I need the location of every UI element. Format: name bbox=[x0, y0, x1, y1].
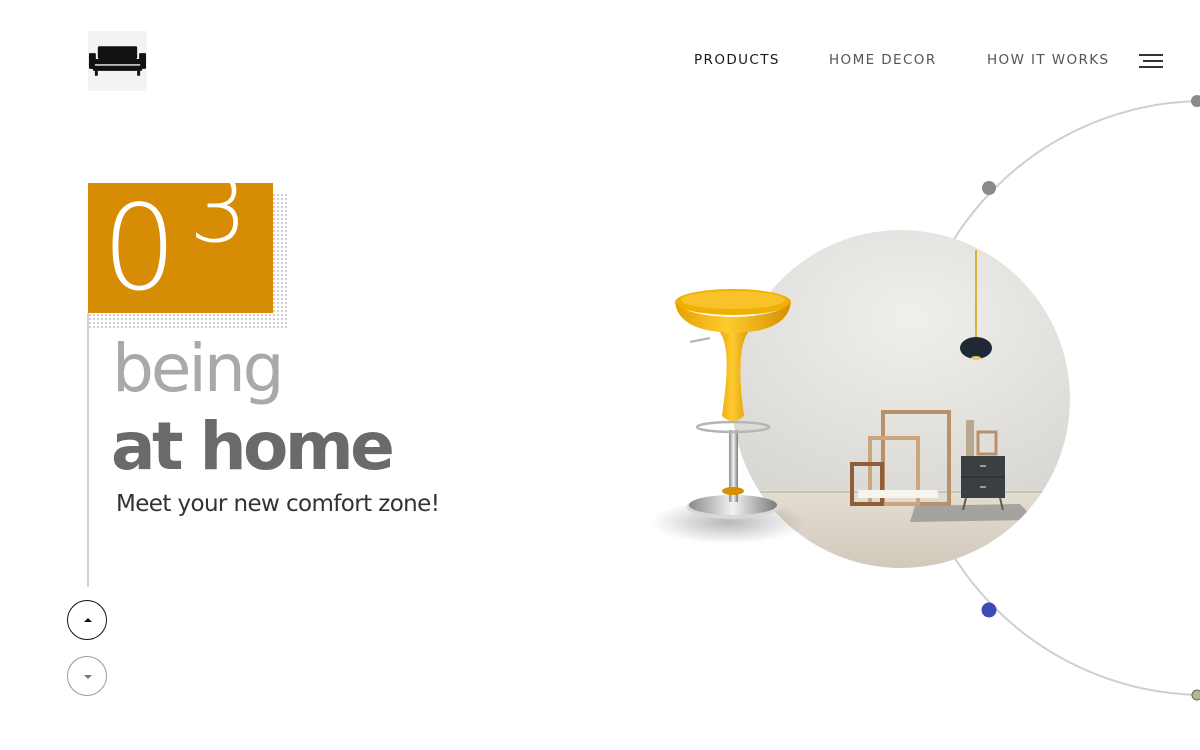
nav-home-decor[interactable]: HOME DECOR bbox=[829, 52, 937, 68]
orbit-dot-1[interactable] bbox=[1191, 95, 1200, 107]
sofa-icon bbox=[88, 46, 147, 76]
hamburger-menu-icon[interactable] bbox=[1139, 53, 1163, 71]
hero-image bbox=[650, 230, 1070, 568]
orbit-dot-2[interactable] bbox=[982, 181, 996, 195]
arrow-down-icon bbox=[84, 675, 92, 679]
arrow-up-icon bbox=[84, 618, 92, 622]
slide-number-second-digit: 3 bbox=[189, 156, 248, 263]
next-slide-button[interactable] bbox=[67, 656, 107, 696]
nav-products[interactable]: PRODUCTS bbox=[694, 52, 780, 68]
previous-slide-button[interactable] bbox=[67, 600, 107, 640]
slide-number-first-digit: 0 bbox=[102, 179, 178, 317]
hero-title-line2: at home bbox=[111, 408, 395, 485]
hero-tagline: Meet your new comfort zone! bbox=[116, 491, 440, 517]
orbit-dot-active[interactable] bbox=[981, 602, 997, 618]
nav-how-it-works[interactable]: HOW IT WORKS bbox=[987, 52, 1110, 68]
orbit-dot-4[interactable] bbox=[1191, 689, 1200, 701]
hero-title-line1: being bbox=[112, 330, 285, 407]
slide-progress-line bbox=[87, 313, 89, 587]
brand-logo[interactable] bbox=[88, 31, 147, 91]
